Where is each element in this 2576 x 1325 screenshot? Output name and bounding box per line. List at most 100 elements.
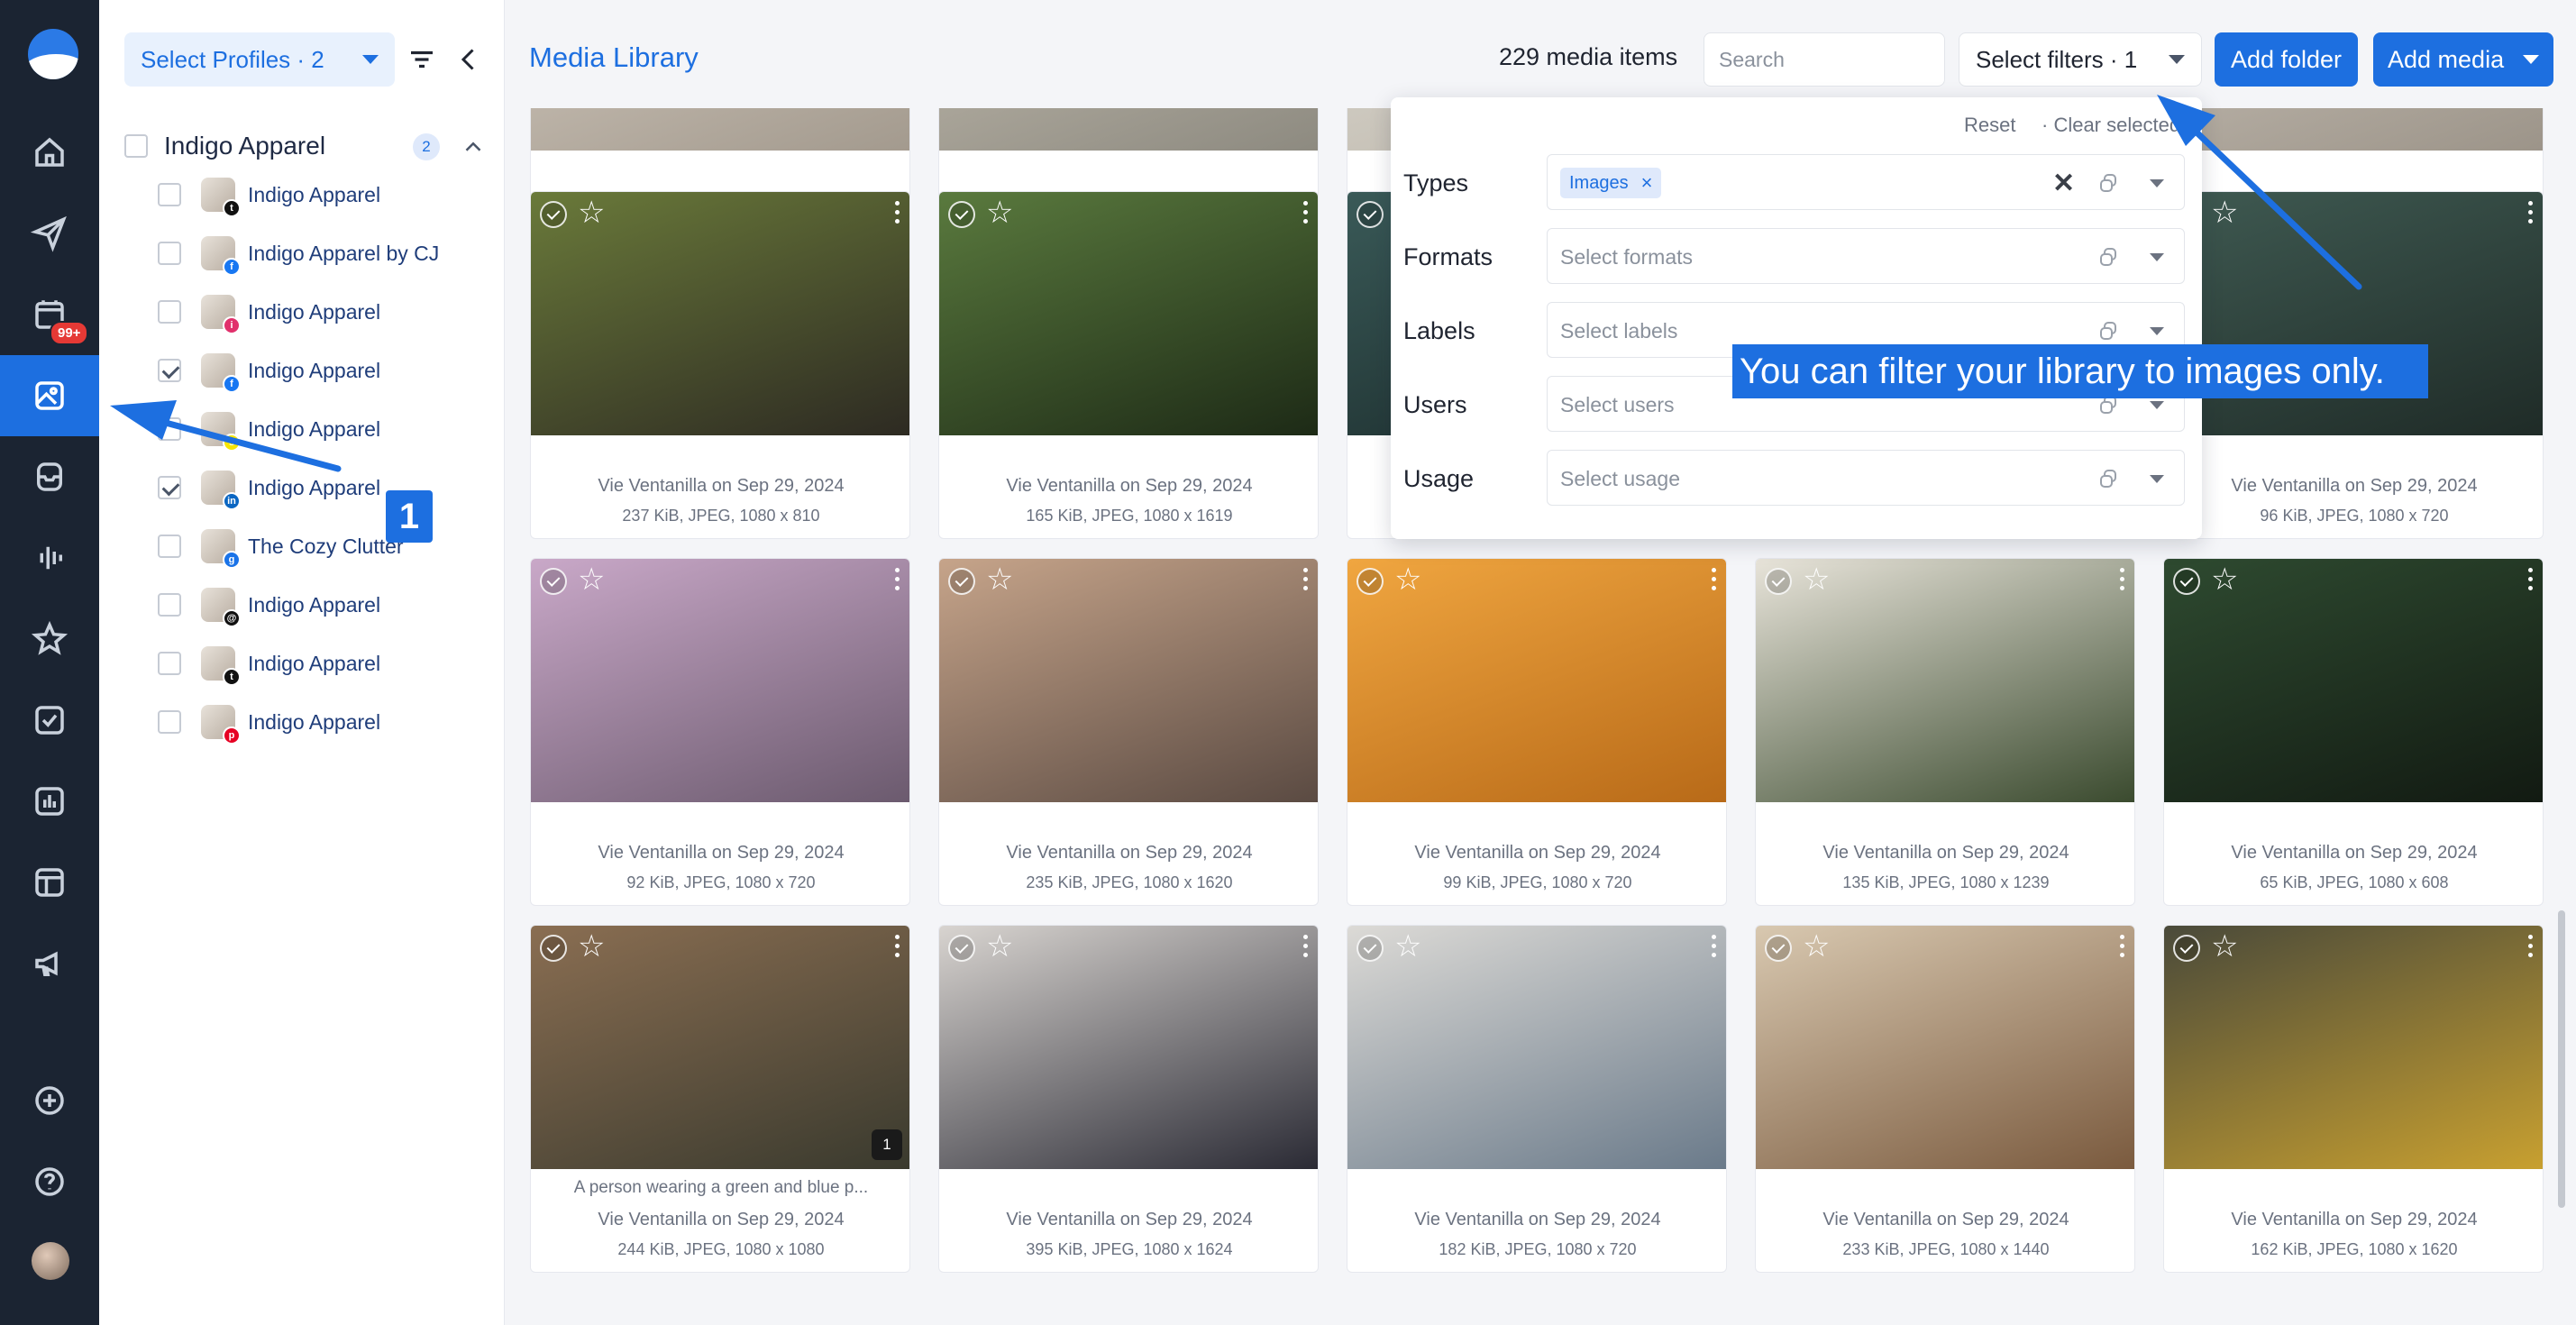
media-thumbnail[interactable]	[2164, 108, 2543, 151]
profile-item[interactable]: p Indigo Apparel	[158, 699, 491, 745]
select-checkbox-icon[interactable]	[948, 568, 975, 595]
select-checkbox-icon[interactable]	[1357, 935, 1384, 962]
filter-chip[interactable]: Images ×	[1560, 168, 1662, 198]
user-avatar[interactable]	[32, 1242, 69, 1280]
more-options-icon[interactable]	[2526, 933, 2534, 960]
profile-checkbox[interactable]	[158, 535, 181, 558]
filter-select[interactable]: Images × ✕	[1547, 154, 2185, 210]
profile-item[interactable]: f Indigo Apparel	[158, 347, 491, 394]
more-options-icon[interactable]	[893, 566, 900, 593]
search-input[interactable]	[1704, 32, 1945, 87]
select-checkbox-icon[interactable]	[540, 935, 567, 962]
star-icon[interactable]: ☆	[1394, 931, 1421, 962]
app-logo[interactable]	[28, 29, 78, 79]
more-options-icon[interactable]	[2526, 566, 2534, 593]
campaigns-icon[interactable]	[0, 923, 99, 1004]
more-options-icon[interactable]	[1302, 199, 1309, 226]
select-checkbox-icon[interactable]	[948, 935, 975, 962]
media-card[interactable]: ☆ Vie Ventanilla on Sep 29, 2024 395 KiB, …	[938, 925, 1319, 1273]
star-icon[interactable]: ☆	[986, 197, 1013, 228]
profile-item[interactable]: f Indigo Apparel by CJ	[158, 230, 491, 277]
star-icon[interactable]: ☆	[1394, 564, 1421, 595]
profile-item[interactable]: @ Indigo Apparel	[158, 581, 491, 628]
profile-item[interactable]: t Indigo Apparel	[158, 171, 491, 218]
star-icon[interactable]: ☆	[986, 931, 1013, 962]
group-checkbox[interactable]	[124, 134, 148, 158]
media-card[interactable]: ☆ Vie Ventanilla on Sep 29, 2024 237 KiB, …	[530, 191, 910, 539]
profile-item[interactable]: t Indigo Apparel	[158, 640, 491, 687]
more-options-icon[interactable]	[2118, 566, 2125, 593]
more-options-icon[interactable]	[893, 933, 900, 960]
media-card[interactable]: ☆ Vie Ventanilla on Sep 29, 2024 233 KiB, …	[1755, 925, 2135, 1273]
add-media-button[interactable]: Add media	[2373, 32, 2553, 87]
inbox-icon[interactable]	[0, 436, 99, 517]
chevron-down-icon[interactable]	[2150, 179, 2164, 187]
star-icon[interactable]: ☆	[578, 931, 605, 962]
chevron-down-icon[interactable]	[2150, 401, 2164, 409]
media-card[interactable]: ☆ Vie Ventanilla on Sep 29, 2024 99 KiB, J…	[1347, 558, 1727, 906]
publish-icon[interactable]	[0, 193, 99, 274]
profile-item[interactable]: s Indigo Apparel	[158, 406, 491, 452]
select-checkbox-icon[interactable]	[948, 201, 975, 228]
star-icon[interactable]: ☆	[986, 564, 1013, 595]
select-checkbox-icon[interactable]	[540, 201, 567, 228]
more-options-icon[interactable]	[893, 199, 900, 226]
star-icon[interactable]: ☆	[2211, 564, 2238, 595]
chevron-down-icon[interactable]	[2150, 253, 2164, 261]
more-options-icon[interactable]	[2118, 933, 2125, 960]
profile-item[interactable]: g The Cozy Clutter	[158, 523, 491, 570]
profile-item[interactable]: i Indigo Apparel	[158, 288, 491, 335]
more-options-icon[interactable]	[2526, 199, 2534, 226]
profile-checkbox[interactable]	[158, 417, 181, 441]
media-card[interactable]: ☆ Vie Ventanilla on Sep 29, 2024 65 KiB, J…	[2163, 558, 2544, 906]
profile-item[interactable]: in Indigo Apparel	[158, 464, 491, 511]
media-card[interactable]: ☆ A person wearing a green and blue p... V…	[530, 925, 910, 1273]
select-checkbox-icon[interactable]	[540, 568, 567, 595]
copy-icon[interactable]	[2097, 320, 2119, 342]
profile-checkbox[interactable]	[158, 652, 181, 675]
star-icon[interactable]: ☆	[1803, 564, 1830, 595]
tasks-icon[interactable]	[0, 680, 99, 761]
filter-select[interactable]: Select formats	[1547, 228, 2185, 284]
listening-icon[interactable]	[0, 517, 99, 599]
chevron-up-icon[interactable]	[460, 133, 487, 160]
select-checkbox-icon[interactable]	[1357, 568, 1384, 595]
copy-icon[interactable]	[2097, 172, 2119, 194]
analytics-icon[interactable]	[0, 761, 99, 842]
reset-link[interactable]: Reset	[1964, 114, 2015, 137]
favorites-icon[interactable]	[0, 599, 99, 680]
more-options-icon[interactable]	[1302, 566, 1309, 593]
select-checkbox-icon[interactable]	[1765, 568, 1792, 595]
add-folder-button[interactable]: Add folder	[2215, 32, 2358, 87]
more-options-icon[interactable]	[1710, 566, 1717, 593]
filter-icon[interactable]	[406, 43, 438, 76]
more-options-icon[interactable]	[1302, 933, 1309, 960]
media-card[interactable]: ☆ Vie Ventanilla on Sep 29, 2024 92 KiB, J…	[530, 558, 910, 906]
profile-checkbox[interactable]	[158, 593, 181, 617]
copy-icon[interactable]	[2097, 468, 2119, 489]
star-icon[interactable]: ☆	[1803, 931, 1830, 962]
chevron-down-icon[interactable]	[2150, 475, 2164, 483]
home-icon[interactable]	[0, 112, 99, 193]
media-card[interactable]: ☆ Vie Ventanilla on Sep 29, 2024 135 KiB, …	[1755, 558, 2135, 906]
calendar-icon[interactable]: 99+	[0, 274, 99, 355]
profile-group[interactable]: Indigo Apparel 2	[124, 126, 494, 166]
chip-remove-icon[interactable]: ×	[1641, 171, 1653, 195]
media-card[interactable]: ☆ Vie Ventanilla on Sep 29, 2024 182 KiB, …	[1347, 925, 1727, 1273]
media-thumbnail[interactable]	[939, 108, 1318, 151]
star-icon[interactable]: ☆	[578, 564, 605, 595]
profile-checkbox[interactable]	[158, 183, 181, 206]
profile-checkbox[interactable]	[158, 359, 181, 382]
select-profiles-dropdown[interactable]: Select Profiles · 2	[124, 32, 395, 87]
more-options-icon[interactable]	[1710, 933, 1717, 960]
profile-checkbox[interactable]	[158, 476, 181, 499]
help-icon[interactable]	[0, 1141, 99, 1222]
star-icon[interactable]: ☆	[2211, 931, 2238, 962]
star-icon[interactable]: ☆	[2211, 197, 2238, 228]
clear-selected-link[interactable]: · Clear selected	[2042, 114, 2193, 137]
profile-checkbox[interactable]	[158, 710, 181, 734]
media-card[interactable]: ☆ Vie Ventanilla on Sep 29, 2024 165 KiB, …	[938, 191, 1319, 539]
clear-icon[interactable]: ✕	[2052, 168, 2075, 199]
scrollbar[interactable]	[2558, 910, 2565, 1208]
profile-checkbox[interactable]	[158, 242, 181, 265]
